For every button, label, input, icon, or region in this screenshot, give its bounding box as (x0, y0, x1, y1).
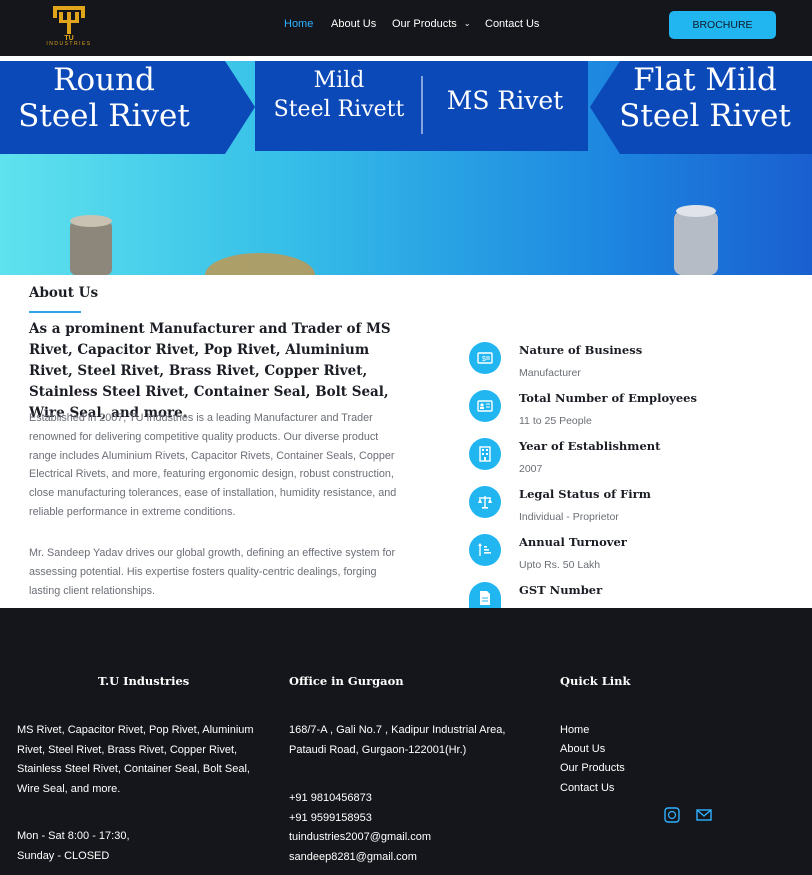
nav-home[interactable]: Home (284, 18, 313, 30)
svg-text:$: $ (482, 356, 486, 363)
hero-center-left-line2: Steel Rivett (273, 96, 405, 122)
email-icon[interactable] (696, 807, 712, 823)
info-value-employees: 11 to 25 People (519, 415, 592, 427)
info-label-year: Year of Establishment (519, 439, 661, 453)
info-label-turnover: Annual Turnover (519, 535, 627, 549)
footer-desc-line: MS Rivet, Capacitor Rivet, Pop Rivet, Al… (17, 724, 254, 736)
hero-center-right-text: MS Rivet (446, 86, 564, 115)
about-paragraph-1: Established in 2007, TU Industries is a … (29, 412, 397, 518)
footer-phone-2[interactable]: +91 9599158953 (289, 809, 539, 829)
footer-hours: Mon - Sat 8:00 - 17:30, Sunday - CLOSED (17, 827, 267, 866)
rivet-right-image (674, 211, 718, 275)
info-label-employees: Total Number of Employees (519, 391, 697, 405)
logo-text: INDUSTRIES (46, 41, 92, 47)
info-value-year: 2007 (519, 463, 543, 475)
hero-left-line1: Round (53, 62, 155, 98)
info-label-gst: GST Number (519, 583, 603, 597)
chevron-down-icon: ⌄ (463, 19, 471, 28)
about-section: About Us As a prominent Manufacturer and… (0, 275, 812, 608)
rivet-head-image (205, 253, 315, 275)
money-icon: $ (469, 342, 501, 374)
footer-quick-link-title: Quick Link (560, 674, 631, 688)
scales-icon (469, 486, 501, 518)
hero-right-text: Flat Mild Steel Rivet (608, 62, 802, 134)
footer-email-2[interactable]: sandeep8281@gmail.com (289, 848, 539, 868)
hero-banner: Round Steel Rivet Mild Steel Rivett MS R… (0, 61, 812, 275)
footer-contacts: +91 9810456873 +91 9599158953 tuindustri… (289, 789, 539, 867)
footer-desc-line: Stainless Steel Rivet, Container Seal, B… (17, 763, 250, 775)
document-icon (469, 582, 501, 608)
hero-right-line2: Steel Rivet (619, 97, 791, 134)
info-label-business: Nature of Business (519, 343, 643, 357)
info-label-legal: Legal Status of Firm (519, 487, 651, 501)
footer-desc-line: Wire Seal, and more. (17, 782, 121, 795)
about-paragraph-2: Mr. Sandeep Yadav drives our global grow… (29, 547, 396, 597)
footer-address-line: 168/7-A , Gali No.7 , Kadipur Industrial… (289, 724, 506, 736)
footer-company-desc: MS Rivet, Capacitor Rivet, Pop Rivet, Al… (17, 721, 267, 799)
footer-company-title: T.U Industries (98, 674, 190, 688)
nav-contact[interactable]: Contact Us (485, 18, 539, 30)
footer-link-home[interactable]: Home (560, 724, 589, 736)
hero-center-left-text: Mild Steel Rivett (264, 67, 414, 124)
hero-right-line1: Flat Mild (633, 62, 777, 98)
nav-about[interactable]: About Us (331, 18, 376, 30)
building-icon (469, 438, 501, 470)
footer-phone-1[interactable]: +91 9810456873 (289, 789, 539, 809)
footer-office-address: 168/7-A , Gali No.7 , Kadipur Industrial… (289, 721, 539, 760)
site-footer: T.U Industries MS Rivet, Capacitor Rivet… (0, 608, 812, 875)
info-value-legal: Individual - Proprietor (519, 511, 619, 523)
nav-products[interactable]: Our Products ⌄ (392, 18, 471, 30)
info-value-business: Manufacturer (519, 367, 581, 379)
about-title-underline (29, 311, 81, 313)
footer-office-title: Office in Gurgaon (289, 674, 404, 688)
footer-desc-line: Rivet, Steel Rivet, Brass Rivet, Copper … (17, 743, 238, 756)
footer-address-line: Pataudi Road, Gurgaon-122001(Hr.) (289, 743, 467, 756)
sort-amount-icon (469, 534, 501, 566)
footer-link-contact[interactable]: Contact Us (560, 782, 614, 794)
info-value-turnover: Upto Rs. 50 Lakh (519, 559, 601, 571)
logo-mark-icon: TU (53, 6, 85, 42)
id-card-icon (469, 390, 501, 422)
footer-email-1[interactable]: tuindustries2007@gmail.com (289, 828, 539, 848)
hero-center-left-line1: Mild (313, 68, 365, 93)
nav-products-label: Our Products (392, 18, 457, 30)
site-logo[interactable]: TU INDUSTRIES (44, 3, 94, 47)
footer-hours-sunday: Sunday - CLOSED (17, 849, 110, 862)
brochure-button[interactable]: BROCHURE (669, 11, 776, 39)
about-title: About Us (29, 285, 99, 301)
whatsapp-icon[interactable] (664, 807, 680, 823)
site-header: TU INDUSTRIES Home About Us Our Products… (0, 0, 812, 56)
hero-left-text: Round Steel Rivet (18, 62, 190, 134)
rivet-left-image (70, 221, 112, 275)
hero-left-line2: Steel Rivet (18, 97, 190, 134)
footer-hours-weekday: Mon - Sat 8:00 - 17:30, (17, 830, 130, 842)
footer-link-products[interactable]: Our Products (560, 762, 625, 774)
footer-link-about[interactable]: About Us (560, 743, 605, 755)
